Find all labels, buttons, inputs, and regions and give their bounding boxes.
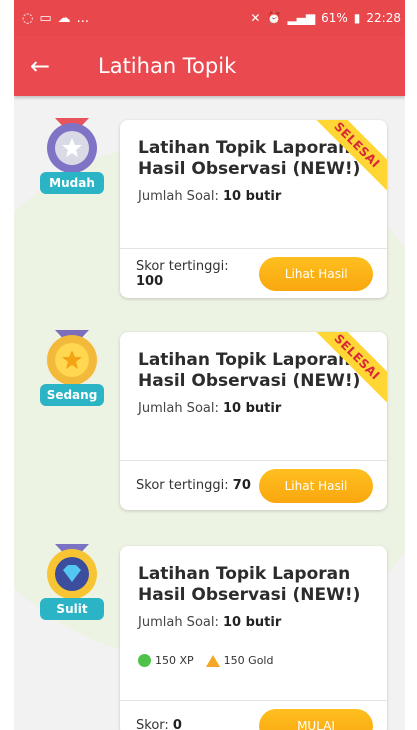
question-count-label: Jumlah Soal: [138, 615, 219, 630]
level-badge: Sedang [40, 384, 104, 406]
question-count: Jumlah Soal: 10 butir [138, 401, 371, 416]
score-value: 0 [172, 718, 182, 730]
level-badge: Sulit [40, 598, 104, 620]
status-left: ◌ ▭ ☁ ... [22, 11, 89, 26]
question-count: Jumlah Soal: 10 butir [138, 189, 371, 204]
medal-icon [47, 330, 97, 385]
score: Skor: 0 [136, 718, 182, 730]
whatsapp-icon: ◌ [22, 10, 34, 26]
app-screen: ◌ ▭ ☁ ... ✕ ⏰ ▂▄▆ 61% ▮ 22:28 ← Latihan … [14, 0, 405, 730]
signal-icon: ▂▄▆ [287, 11, 316, 25]
medal-icon [47, 544, 97, 599]
card-title: Latihan Topik Laporan Hasil Observasi (N… [138, 564, 361, 605]
question-count-value: 10 butir [223, 615, 282, 630]
medal: Sedang [36, 326, 108, 414]
status-bar: ◌ ▭ ☁ ... ✕ ⏰ ▂▄▆ 61% ▮ 22:28 [14, 0, 405, 36]
xp-reward: 150 XP [155, 654, 194, 667]
score-label: Skor tertinggi: [136, 258, 229, 274]
medal: Mudah [36, 114, 108, 202]
status-more: ... [76, 10, 90, 26]
view-result-button[interactable]: Lihat Hasil [259, 468, 373, 503]
score: Skor tertinggi: 100 [136, 259, 259, 289]
card-footer: Skor tertinggi: 70 Lihat Hasil [120, 460, 387, 510]
quiz-card: SELESAI Latihan Topik Laporan Hasil Obse… [120, 120, 387, 298]
card-footer: Skor tertinggi: 100 Lihat Hasil [120, 248, 387, 298]
score-label: Skor: [136, 718, 169, 730]
question-count: Jumlah Soal: 10 butir [138, 615, 371, 630]
question-count-label: Jumlah Soal: [138, 401, 219, 416]
clock: 22:28 [366, 11, 401, 25]
left-frame [0, 0, 14, 730]
quiz-card: SELESAI Latihan Topik Laporan Hasil Obse… [120, 332, 387, 510]
card-footer: Skor: 0 MULAI [120, 700, 387, 730]
page-title: Latihan Topik [98, 54, 237, 78]
card-body: SELESAI Latihan Topik Laporan Hasil Obse… [120, 120, 387, 248]
quiz-card: Latihan Topik Laporan Hasil Observasi (N… [120, 546, 387, 730]
status-right: ✕ ⏰ ▂▄▆ 61% ▮ 22:28 [250, 11, 401, 25]
medal-icon [47, 118, 97, 173]
card-body: Latihan Topik Laporan Hasil Observasi (N… [120, 546, 387, 700]
card-body: SELESAI Latihan Topik Laporan Hasil Obse… [120, 332, 387, 460]
level-badge: Mudah [40, 172, 104, 194]
gold-reward: 150 Gold [223, 654, 274, 667]
view-result-button[interactable]: Lihat Hasil [259, 256, 373, 291]
score-value: 70 [232, 478, 251, 493]
score-label: Skor tertinggi: [136, 478, 229, 493]
score-value: 100 [136, 273, 164, 289]
back-arrow-icon[interactable]: ← [30, 54, 70, 78]
app-bar: ← Latihan Topik [14, 36, 405, 96]
image-icon: ▭ [39, 10, 52, 26]
battery-percent: 61% [321, 11, 348, 25]
xp-icon [138, 654, 151, 667]
alarm-icon: ⏰ [266, 11, 282, 25]
start-button[interactable]: MULAI [259, 708, 373, 730]
question-count-value: 10 butir [223, 189, 282, 204]
rewards: 150 XP 150 Gold [138, 654, 371, 667]
battery-icon: ▮ [353, 11, 361, 25]
gold-icon [205, 654, 220, 667]
question-count-value: 10 butir [223, 401, 282, 416]
question-count-label: Jumlah Soal: [138, 189, 219, 204]
score: Skor tertinggi: 70 [136, 478, 251, 493]
right-frame [405, 0, 417, 730]
medal: Sulit [36, 540, 108, 628]
mute-icon: ✕ [250, 11, 261, 25]
cloud-icon: ☁ [57, 10, 71, 26]
